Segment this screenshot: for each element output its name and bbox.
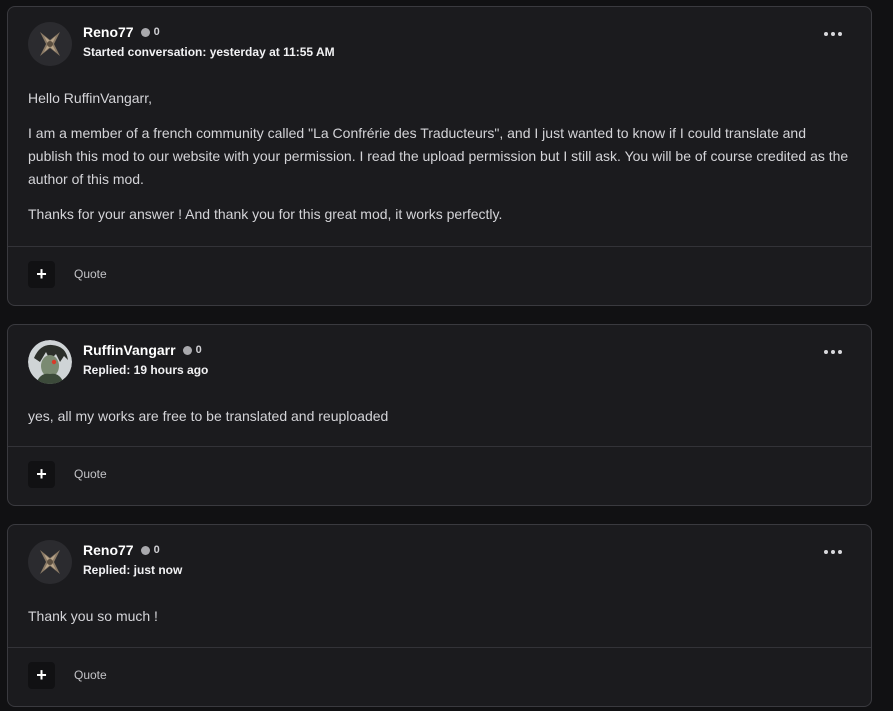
more-options-button[interactable] — [823, 545, 843, 559]
post-footer: + Quote — [8, 647, 871, 706]
more-options-button[interactable] — [823, 345, 843, 359]
post-body: Thank you so much ! — [8, 593, 871, 628]
author-line: RuffinVangarr 0 — [83, 342, 202, 358]
reputation-count: 0 — [153, 26, 160, 38]
add-reaction-button[interactable]: + — [28, 261, 55, 288]
quote-button[interactable]: Quote — [74, 467, 107, 481]
post-paragraph: yes, all my works are free to be transla… — [28, 408, 389, 424]
dot-icon — [824, 350, 828, 354]
post-body: Hello RuffinVangarr, I am a member of a … — [8, 75, 871, 226]
reputation-dot-icon — [182, 345, 192, 355]
dot-icon — [831, 550, 835, 554]
dot-icon — [831, 350, 835, 354]
dot-icon — [838, 550, 842, 554]
post-meta: Replied: 19 hours ago — [83, 363, 209, 377]
reputation-badge: 0 — [182, 344, 202, 356]
dot-icon — [824, 550, 828, 554]
avatar[interactable] — [28, 22, 72, 66]
reputation-badge: 0 — [140, 544, 160, 556]
avatar[interactable] — [28, 540, 72, 584]
author-name[interactable]: Reno77 — [83, 24, 134, 40]
crossed-swords-icon — [28, 540, 72, 584]
dot-icon — [838, 32, 842, 36]
dot-icon — [838, 350, 842, 354]
quote-button[interactable]: Quote — [74, 267, 107, 281]
post-footer: + Quote — [8, 246, 871, 305]
add-reaction-button[interactable]: + — [28, 662, 55, 689]
post-header: Reno77 0 Replied: just now — [8, 525, 871, 593]
more-options-button[interactable] — [823, 27, 843, 41]
author-line: Reno77 0 — [83, 542, 160, 558]
avatar[interactable] — [28, 340, 72, 384]
post-paragraph: Hello RuffinVangarr, — [28, 90, 152, 106]
reputation-count: 0 — [153, 544, 160, 556]
post-header: Reno77 0 Started conversation: yesterday… — [8, 7, 871, 75]
post-paragraph: Thank you so much ! — [28, 608, 158, 624]
post-footer: + Quote — [8, 446, 871, 505]
author-line: Reno77 0 — [83, 24, 160, 40]
post-header: RuffinVangarr 0 Replied: 19 hours ago — [8, 325, 871, 393]
post-paragraph: I am a member of a french community call… — [28, 125, 849, 187]
reputation-dot-icon — [140, 545, 150, 555]
add-reaction-button[interactable]: + — [28, 461, 55, 488]
dot-icon — [824, 32, 828, 36]
author-name[interactable]: Reno77 — [83, 542, 134, 558]
post-body: yes, all my works are free to be transla… — [8, 393, 871, 428]
reputation-dot-icon — [140, 27, 150, 37]
reputation-badge: 0 — [140, 26, 160, 38]
author-name[interactable]: RuffinVangarr — [83, 342, 176, 358]
post-meta: Started conversation: yesterday at 11:55… — [83, 45, 335, 59]
post-card: Reno77 0 Started conversation: yesterday… — [7, 6, 872, 306]
post-meta: Replied: just now — [83, 563, 183, 577]
post-card: RuffinVangarr 0 Replied: 19 hours ago ye… — [7, 324, 872, 506]
character-portrait-icon — [28, 340, 72, 384]
reputation-count: 0 — [195, 344, 202, 356]
dot-icon — [831, 32, 835, 36]
post-card: Reno77 0 Replied: just now Thank you so … — [7, 524, 872, 707]
crossed-swords-icon — [28, 22, 72, 66]
quote-button[interactable]: Quote — [74, 668, 107, 682]
post-paragraph: Thanks for your answer ! And thank you f… — [28, 206, 503, 222]
